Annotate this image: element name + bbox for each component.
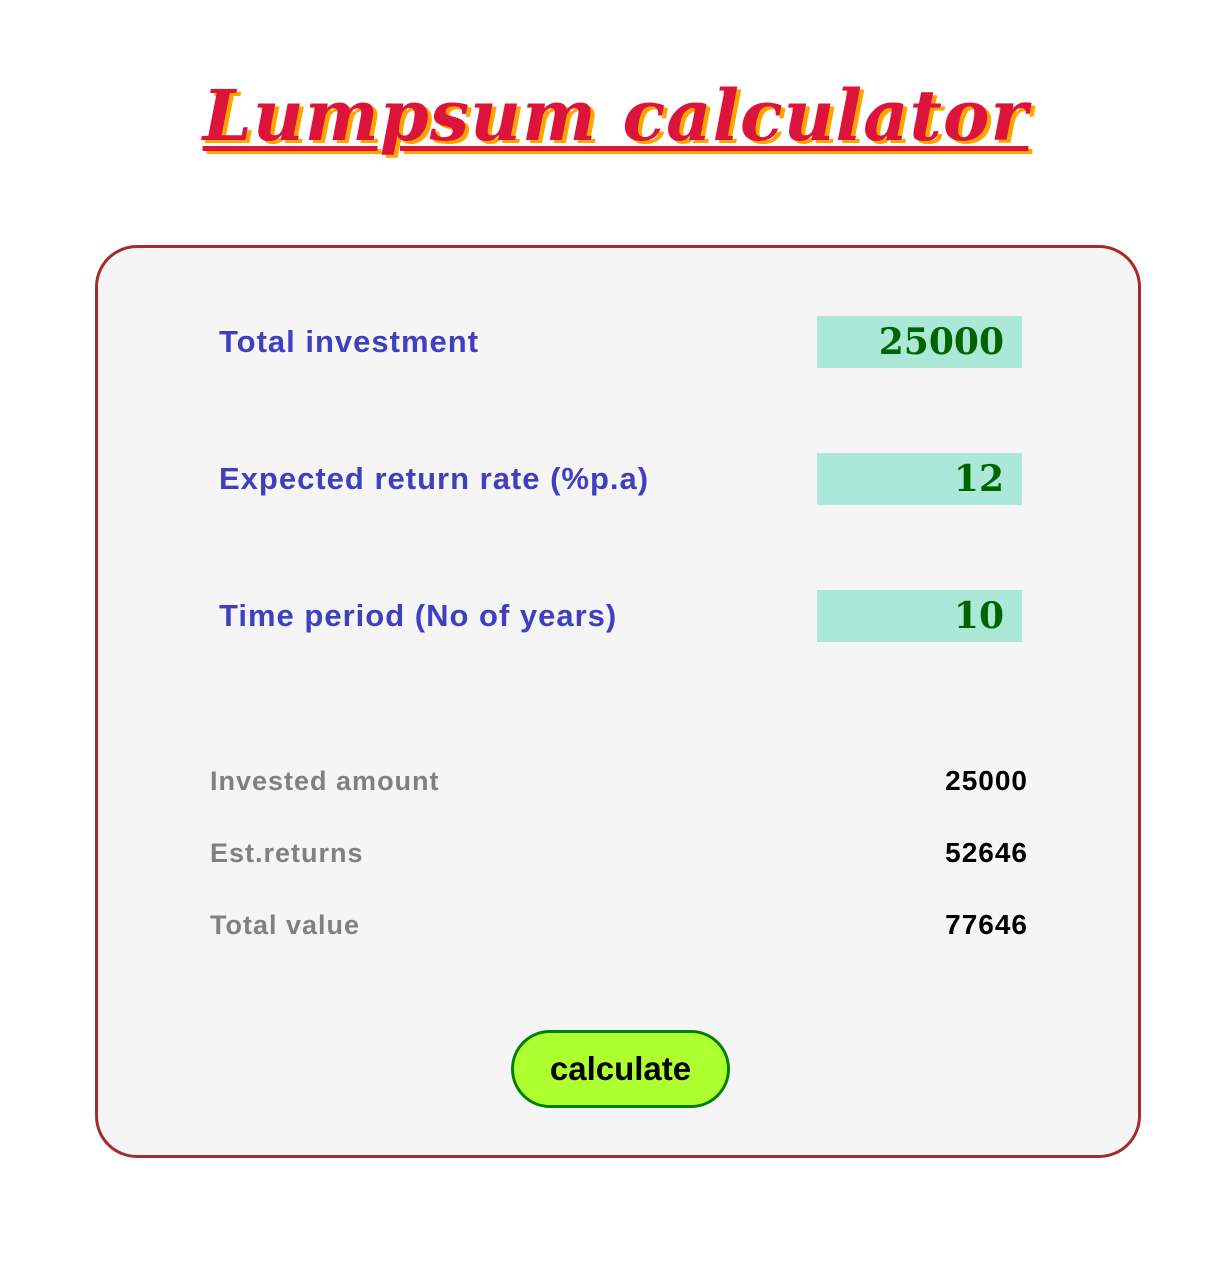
total-investment-row: Total investment: [98, 316, 1138, 368]
total-value-label: Total value: [210, 910, 361, 940]
calculator-card: Total investment Expected return rate (%…: [95, 245, 1141, 1158]
invested-amount-label: Invested amount: [210, 766, 440, 796]
time-period-input[interactable]: [817, 590, 1022, 642]
est-returns-value: 52646: [945, 837, 1028, 868]
return-rate-input[interactable]: [817, 453, 1022, 505]
return-rate-row: Expected return rate (%p.a): [98, 453, 1138, 505]
invested-amount-value: 25000: [945, 765, 1028, 796]
total-value-value: 77646: [945, 909, 1028, 940]
page-title: Lumpsum calculator: [202, 74, 1029, 157]
total-value-row: Total value 77646: [98, 905, 1138, 945]
total-investment-label: Total investment: [219, 324, 480, 359]
invested-amount-row: Invested amount 25000: [98, 761, 1138, 801]
return-rate-label: Expected return rate (%p.a): [219, 461, 650, 496]
time-period-label: Time period (No of years): [219, 598, 618, 633]
time-period-row: Time period (No of years): [98, 590, 1138, 642]
est-returns-label: Est.returns: [210, 838, 364, 868]
calculate-button[interactable]: calculate: [511, 1030, 730, 1108]
total-investment-input[interactable]: [817, 316, 1022, 368]
est-returns-row: Est.returns 52646: [98, 833, 1138, 873]
